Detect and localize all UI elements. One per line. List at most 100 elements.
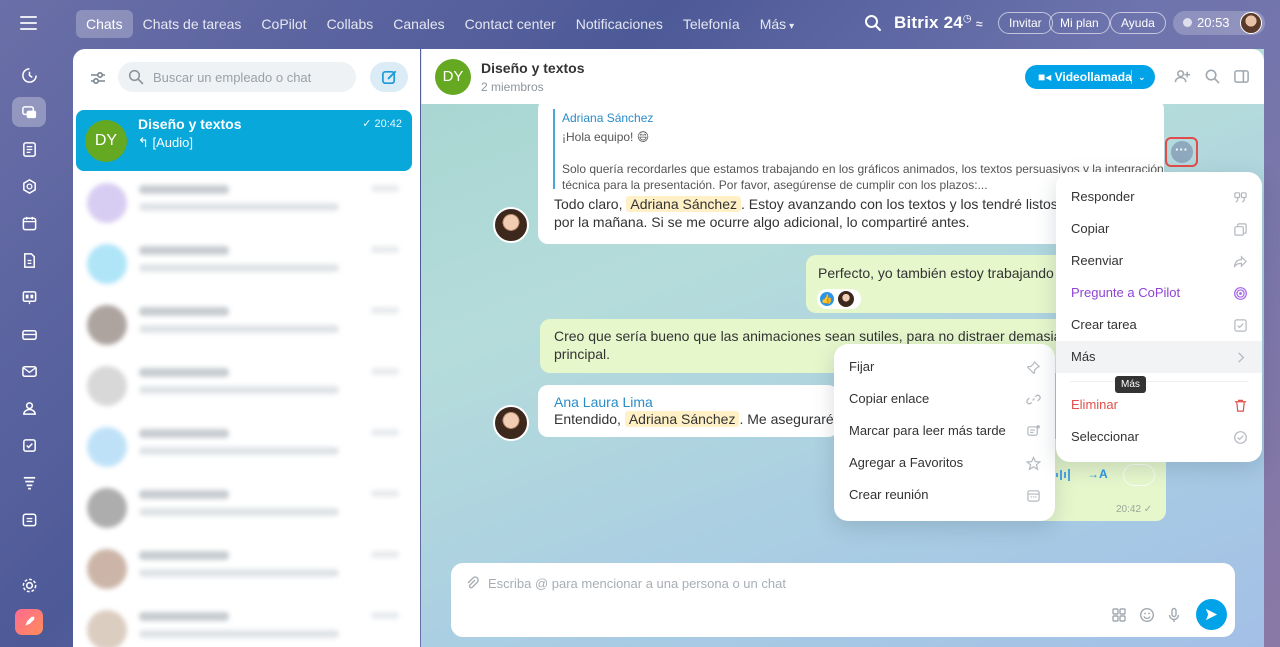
add-user-icon[interactable] — [1174, 68, 1191, 85]
tab-chats[interactable]: Chats — [76, 10, 133, 38]
message-bubble[interactable]: Ana Laura Lima Entendido, Adriana Sánche… — [538, 385, 853, 437]
audio-tools: →A — [1047, 464, 1163, 486]
menu-item-copy-link[interactable]: Copiar enlace — [834, 383, 1055, 415]
help-button[interactable]: Ayuda — [1110, 12, 1166, 34]
conversation-members[interactable]: 2 miembros — [481, 80, 544, 94]
message-author[interactable]: Ana Laura Lima — [554, 393, 653, 411]
menu-item-select[interactable]: Seleccionar — [1056, 421, 1262, 453]
rocket-app-icon[interactable] — [12, 607, 46, 637]
message-reactions[interactable]: 👍 — [817, 289, 861, 309]
menu-item-label: Responder — [1071, 189, 1135, 204]
chat-item-blurred[interactable] — [85, 543, 405, 598]
new-chat-button[interactable] — [370, 62, 408, 92]
rail-drive-icon[interactable] — [12, 319, 46, 349]
mention-tag[interactable]: Adriana Sánchez — [626, 196, 742, 212]
mention-tag[interactable]: Adriana Sánchez — [624, 411, 740, 427]
chevron-down-icon: ▾ — [789, 21, 795, 32]
microphone-icon[interactable] — [1166, 607, 1182, 623]
rail-documents-icon[interactable] — [12, 245, 46, 275]
rail-planner-icon[interactable] — [12, 504, 46, 534]
conversation-title[interactable]: Diseño y textos — [481, 60, 584, 76]
chat-search-input[interactable]: Buscar un empleado o chat — [118, 62, 356, 92]
transcribe-icon[interactable]: →A — [1087, 467, 1108, 481]
menu-item-label: Seleccionar — [1071, 429, 1139, 444]
video-call-button[interactable]: ■◂ Videollamada ⌄ — [1025, 65, 1155, 89]
sidebar-toggle-icon[interactable] — [1233, 68, 1250, 85]
tab-task-chats[interactable]: Chats de tareas — [133, 10, 252, 38]
chat-item-blurred[interactable] — [85, 238, 405, 293]
emoji-icon[interactable] — [1139, 607, 1155, 623]
message-more-button[interactable]: ··· — [1165, 137, 1198, 167]
chat-item-blurred[interactable] — [85, 604, 405, 647]
menu-item-create-meeting[interactable]: Crear reunión — [834, 479, 1055, 511]
chat-item-blurred[interactable] — [85, 360, 405, 415]
message-time: 20:42 ✓ — [1116, 504, 1152, 515]
apps-grid-icon[interactable] — [1111, 607, 1127, 623]
rail-mail-icon[interactable] — [12, 356, 46, 386]
attach-icon[interactable] — [464, 576, 480, 592]
sender-avatar[interactable] — [493, 207, 529, 243]
brand-name: Bitrix 24 — [894, 13, 963, 32]
message-time-text: 20:42 — [1116, 504, 1142, 515]
date-separator: hoy — [821, 116, 875, 138]
tab-copilot[interactable]: CoPilot — [251, 10, 316, 38]
tab-contact-center[interactable]: Contact center — [455, 10, 566, 38]
invite-button[interactable]: Invitar — [998, 12, 1053, 34]
menu-item-more[interactable]: Más — [1056, 341, 1262, 373]
menu-item-reply[interactable]: Responder — [1056, 181, 1262, 213]
chat-item-blurred[interactable] — [85, 177, 405, 232]
chat-item-time: ✓ 20:42 — [362, 117, 402, 130]
tab-more[interactable]: Más ▾ — [750, 10, 804, 38]
more-dots-icon: ··· — [1170, 141, 1193, 163]
status-dot-icon — [1183, 18, 1192, 27]
tab-notifications[interactable]: Notificaciones — [566, 10, 673, 38]
composer-placeholder: Escriba @ para mencionar a una persona o… — [488, 576, 786, 591]
user-avatar[interactable] — [1240, 12, 1262, 34]
menu-item-pin[interactable]: Fijar — [834, 351, 1055, 383]
rail-activity-icon[interactable] — [12, 60, 46, 90]
menu-item-add-favorites[interactable]: Agregar a Favoritos — [834, 447, 1055, 479]
settings-gear-icon[interactable] — [12, 570, 46, 600]
clock-time: 20:53 — [1197, 15, 1230, 30]
message-composer[interactable]: Escriba @ para mencionar a una persona o… — [451, 563, 1235, 637]
chat-item-blurred[interactable] — [85, 421, 405, 476]
rail-boards-icon[interactable] — [12, 282, 46, 312]
settings-toggle-icon[interactable]: ≈ — [976, 17, 983, 31]
hamburger-menu-icon[interactable] — [20, 16, 37, 30]
rail-feed-icon[interactable] — [12, 134, 46, 164]
menu-item-create-task[interactable]: Crear tarea — [1056, 309, 1262, 341]
rail-messenger-icon[interactable] — [12, 97, 46, 127]
search-icon[interactable] — [864, 14, 882, 32]
rail-copilot-icon[interactable] — [12, 171, 46, 201]
send-button[interactable] — [1196, 599, 1227, 630]
chat-item-blurred[interactable] — [85, 482, 405, 537]
menu-item-label: Crear tarea — [1071, 317, 1137, 332]
rail-calendar-icon[interactable] — [12, 208, 46, 238]
my-plan-button[interactable]: Mi plan — [1049, 12, 1110, 34]
chat-item-blurred[interactable] — [85, 299, 405, 354]
rail-employees-icon[interactable] — [12, 393, 46, 423]
chat-item-name: Diseño y textos — [138, 116, 242, 132]
menu-item-forward[interactable]: Reenviar — [1056, 245, 1262, 277]
clock-icon: ◷ — [962, 13, 972, 25]
menu-item-ask-copilot[interactable]: Pregunte a CoPilot — [1056, 277, 1262, 309]
menu-item-read-later[interactable]: Marcar para leer más tarde — [834, 415, 1055, 447]
tab-collabs[interactable]: Collabs — [317, 10, 384, 38]
playback-speed-icon[interactable] — [1123, 464, 1155, 486]
rail-tasks-icon[interactable] — [12, 430, 46, 460]
menu-item-copy[interactable]: Copiar — [1056, 213, 1262, 245]
conversation-avatar[interactable]: DY — [435, 59, 471, 95]
brand-logo: Bitrix 24◷ ≈ — [894, 13, 983, 33]
chevron-down-icon[interactable]: ⌄ — [1138, 65, 1146, 89]
tab-telephony[interactable]: Telefonía — [673, 10, 750, 38]
menu-item-delete[interactable]: Eliminar — [1056, 389, 1262, 421]
rail-crm-icon[interactable] — [12, 467, 46, 497]
chat-item-last-message: ↰ [Audio] — [138, 135, 193, 151]
sender-avatar[interactable] — [493, 405, 529, 441]
filter-icon[interactable] — [89, 69, 107, 87]
chevron-right-icon — [1238, 352, 1245, 363]
tab-channels[interactable]: Canales — [383, 10, 454, 38]
chat-item-diseno-y-textos[interactable]: DY Diseño y textos ↰ [Audio] ✓ 20:42 — [76, 110, 412, 171]
search-icon[interactable] — [1204, 68, 1221, 85]
message-text: por la mañana. Si se me ocurre algo adic… — [554, 214, 970, 230]
